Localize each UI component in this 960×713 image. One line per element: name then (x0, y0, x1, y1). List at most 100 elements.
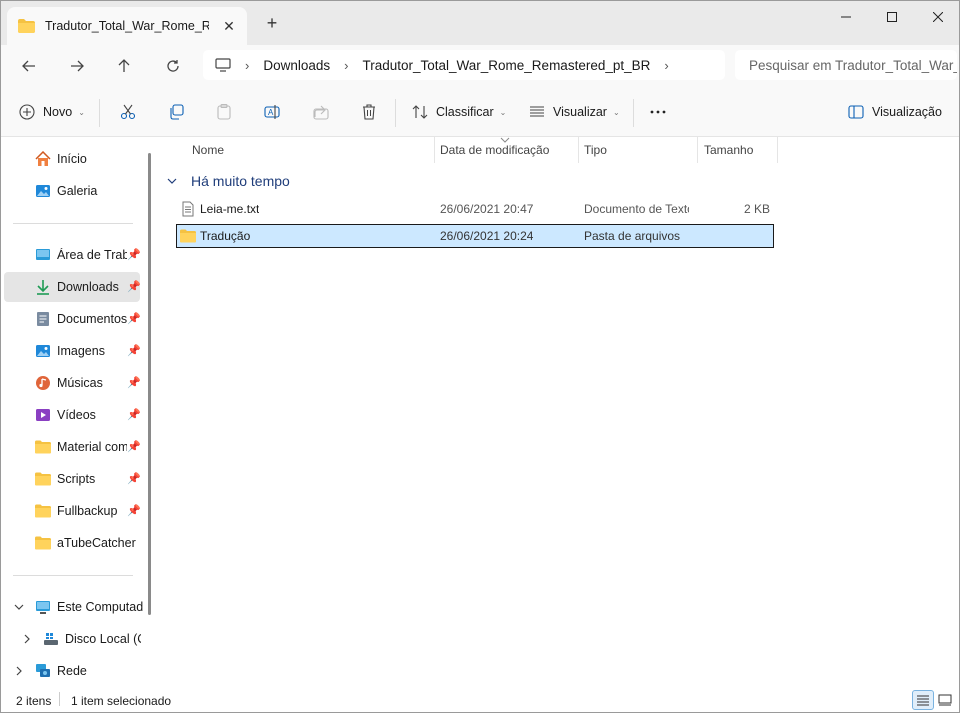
tab-active[interactable]: Tradutor_Total_War_Rome_Remastered_pt_BR… (7, 7, 247, 45)
preview-pane-button[interactable]: Visualização (848, 100, 942, 124)
pin-icon[interactable]: 📌 (127, 376, 141, 390)
sidebar-item-videos[interactable]: Vídeos 📌 (4, 400, 141, 430)
pin-icon[interactable]: 📌 (127, 440, 141, 454)
pin-icon[interactable]: 📌 (127, 312, 141, 326)
sidebar-item-downloads[interactable]: Downloads 📌 (4, 272, 141, 302)
pin-icon[interactable]: 📌 (127, 472, 141, 486)
pin-icon[interactable]: 📌 (127, 504, 141, 518)
sidebar-item-local-disk[interactable]: Disco Local (C:) (4, 624, 141, 654)
sidebar-item-fullbackup[interactable]: Fullbackup 📌 (4, 496, 141, 526)
address-bar: › Downloads › Tradutor_Total_War_Rome_Re… (1, 45, 959, 87)
column-header-name[interactable]: Nome (192, 137, 224, 163)
column-header-type[interactable]: Tipo (584, 137, 607, 163)
sidebar-item-pictures[interactable]: Imagens 📌 (4, 336, 141, 366)
preview-pane-label: Visualização (872, 105, 942, 119)
column-divider[interactable] (434, 137, 435, 163)
refresh-button[interactable] (160, 54, 186, 78)
download-icon (37, 280, 49, 295)
window-close-button[interactable] (915, 1, 959, 33)
pin-icon[interactable]: 📌 (127, 280, 141, 294)
cut-button[interactable] (120, 100, 136, 124)
minimize-button[interactable] (823, 1, 869, 33)
view-button[interactable]: Visualizar ⌄ (529, 100, 620, 124)
pin-icon[interactable]: 📌 (127, 408, 141, 422)
tiles-view-button[interactable] (934, 690, 956, 710)
sidebar-item-scripts[interactable]: Scripts 📌 (4, 464, 141, 494)
item-count: 2 itens (16, 694, 52, 708)
breadcrumb-current-folder[interactable]: Tradutor_Total_War_Rome_Remastered_pt_BR (362, 58, 650, 73)
column-divider[interactable] (697, 137, 698, 163)
arrow-up-icon (118, 59, 130, 72)
sort-button[interactable]: Classificar ⌄ (412, 100, 506, 124)
chevron-down-icon: ⌄ (612, 107, 620, 117)
more-options-button[interactable] (649, 100, 667, 124)
close-window-icon (933, 12, 943, 22)
breadcrumb-downloads[interactable]: Downloads (263, 58, 330, 73)
tiles-view-icon (938, 694, 952, 706)
column-header-date[interactable]: Data de modificação (440, 137, 549, 163)
breadcrumb[interactable]: › Downloads › Tradutor_Total_War_Rome_Re… (203, 50, 725, 80)
sidebar-scrollbar[interactable] (148, 153, 151, 615)
copy-button[interactable] (168, 100, 184, 124)
minimize-icon (841, 16, 851, 18)
folder-icon (35, 536, 51, 550)
copy-icon (170, 104, 184, 120)
file-date: 26/06/2021 20:24 (440, 229, 534, 243)
group-header[interactable]: Há muito tempo (167, 173, 290, 189)
sidebar-item-label: Material complementar (57, 440, 127, 454)
sort-button-label: Classificar (436, 105, 494, 119)
delete-button[interactable] (361, 100, 377, 124)
arrow-left-icon (22, 60, 35, 72)
sidebar-item-label: Documentos (57, 312, 127, 326)
new-button[interactable]: Novo ⌄ (19, 100, 85, 124)
pictures-icon (36, 345, 50, 357)
sidebar-item-label: Fullbackup (57, 504, 118, 518)
sidebar-item-music[interactable]: Músicas 📌 (4, 368, 141, 398)
chevron-right-icon[interactable]: › (664, 58, 668, 73)
documents-icon (37, 312, 49, 326)
column-divider[interactable] (777, 137, 778, 163)
refresh-icon (167, 60, 179, 72)
tab-title: Tradutor_Total_War_Rome_Remastered_pt_BR (45, 19, 209, 33)
column-divider[interactable] (578, 137, 579, 163)
paste-button[interactable] (216, 100, 232, 124)
computer-icon (36, 601, 50, 614)
sidebar-item-this-pc[interactable]: Este Computador (4, 592, 143, 622)
file-type: Documento de Texto (584, 202, 689, 216)
computer-icon (215, 58, 231, 72)
pin-icon[interactable]: 📌 (127, 344, 141, 358)
pin-icon[interactable]: 📌 (127, 248, 141, 262)
sidebar-item-documents[interactable]: Documentos 📌 (4, 304, 141, 334)
title-bar: Tradutor_Total_War_Rome_Remastered_pt_BR… (1, 1, 959, 45)
sidebar-item-home[interactable]: Início (4, 144, 140, 174)
sidebar-item-atubecatcher[interactable]: aTubeCatcher (4, 528, 140, 558)
column-header-size[interactable]: Tamanho (704, 137, 753, 163)
close-icon[interactable]: ✕ (221, 18, 237, 34)
sidebar-item-gallery[interactable]: Galeria (4, 176, 140, 206)
share-button[interactable] (313, 100, 329, 124)
forward-button[interactable] (64, 54, 90, 78)
sidebar-item-label: Rede (57, 664, 87, 678)
navigation-pane: Início Galeria Área de Trabalho 📌 Downlo… (1, 137, 159, 687)
sidebar-item-desktop[interactable]: Área de Trabalho 📌 (4, 240, 141, 270)
table-row[interactable]: Leia-me.txt 26/06/2021 20:47 Documento d… (176, 197, 774, 221)
details-view-button[interactable] (912, 690, 934, 710)
status-bar: 2 itens 1 item selecionado (1, 687, 959, 712)
sidebar-item-network[interactable]: Rede (4, 656, 140, 686)
chevron-right-icon[interactable] (14, 666, 24, 676)
status-divider (59, 692, 60, 706)
back-button[interactable] (16, 54, 42, 78)
selection-count: 1 item selecionado (71, 694, 172, 708)
maximize-button[interactable] (869, 1, 915, 33)
chevron-down-icon[interactable] (14, 602, 24, 612)
sidebar-item-material[interactable]: Material complementar 📌 (4, 432, 141, 462)
home-icon (35, 151, 51, 166)
rename-button[interactable]: A (264, 100, 280, 124)
chevron-right-icon[interactable] (22, 634, 32, 644)
sidebar-item-label: Imagens (57, 344, 105, 358)
new-tab-button[interactable]: + (263, 14, 281, 33)
drive-icon (44, 633, 58, 645)
up-button[interactable] (111, 54, 137, 78)
search-input[interactable]: Pesquisar em Tradutor_Total_War_Rome_Rem… (735, 50, 957, 80)
table-row-selected[interactable]: Tradução 26/06/2021 20:24 Pasta de arqui… (176, 224, 774, 248)
